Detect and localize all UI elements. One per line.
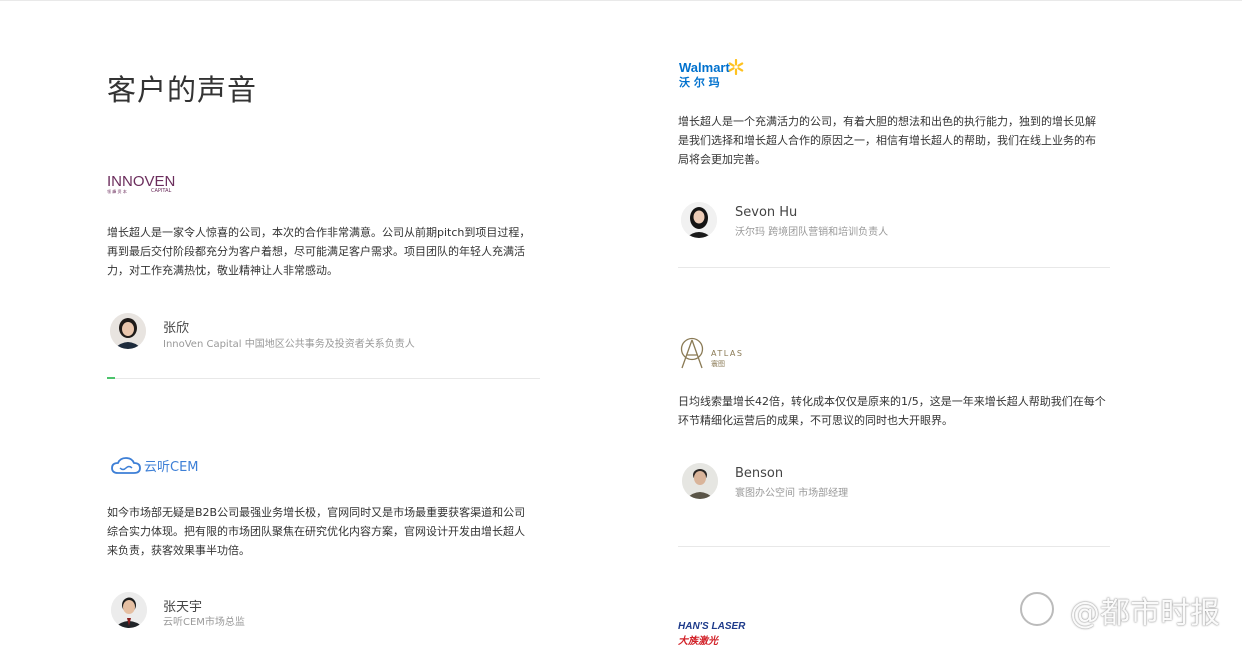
person-role: InnoVen Capital 中国地区公共事务及投资者关系负责人 [163,339,415,350]
atlas-logo-cn: 寰图 [711,360,725,368]
atlas-logo-text: ATLAS [711,349,744,358]
yunting-cem-logo: 云听CEM [111,455,211,477]
divider [678,267,1110,268]
walmart-logo: Walmart 沃 尔 玛 [679,59,749,89]
avatar [681,202,717,238]
atlas-logo: ATLAS 寰图 [678,337,748,371]
yunting-logo-text: 云听CEM [144,460,199,475]
testimonial-quote: 增长超人是一个充满活力的公司，有着大胆的想法和出色的执行能力，独到的增长见解是我… [678,115,1096,166]
avatar [110,313,146,349]
innoven-capital-logo: INNOVEN 领 峰 资 本 CAPITAL [107,173,187,195]
cloud-icon [111,457,141,474]
walmart-logo-cn: 沃 尔 玛 [679,76,720,89]
person-name: Sevon Hu [735,205,798,220]
hans-logo-cn: 大族激光 [678,636,718,647]
testimonial-quote: 如今市场部无疑是B2B公司最强业务增长极，官网同时又是市场最重要获客渠道和公司综… [107,506,526,557]
testimonial-quote: 增长超人是一家令人惊喜的公司，本次的合作非常满意。公司从前期pitch到项目过程… [107,226,531,277]
hans-logo-text: HAN'S LASER [678,621,746,632]
person-role: 寰图办公空间 市场部经理 [735,488,849,499]
walmart-logo-text: Walmart [679,60,730,75]
person-role: 云听CEM市场总监 [163,617,245,628]
innoven-logo-sub-en: CAPITAL [151,188,172,194]
person-name: 张欣 [163,321,190,336]
section-title: 客户的声音 [107,73,258,108]
progress-indicator [107,377,115,379]
person-name: Benson [735,466,784,481]
weibo-watermark-icon [1020,592,1054,626]
divider [107,378,540,379]
hans-laser-logo: HAN'S LASER 大族激光 [678,621,768,647]
avatar [111,592,147,628]
avatar [682,463,718,499]
watermark: @都市时报 [1070,596,1220,631]
atlas-emblem-icon [680,337,704,369]
top-border [0,0,1242,1]
spark-icon [728,59,744,75]
innoven-logo-sub-cn: 领 峰 资 本 [107,189,127,194]
divider [678,546,1110,547]
person-role: 沃尔玛 跨境团队营销和培训负责人 [735,227,889,238]
testimonial-quote: 日均线索量增长42倍，转化成本仅仅是原来的1/5，这是一年来增长超人帮助我们在每… [678,395,1106,427]
